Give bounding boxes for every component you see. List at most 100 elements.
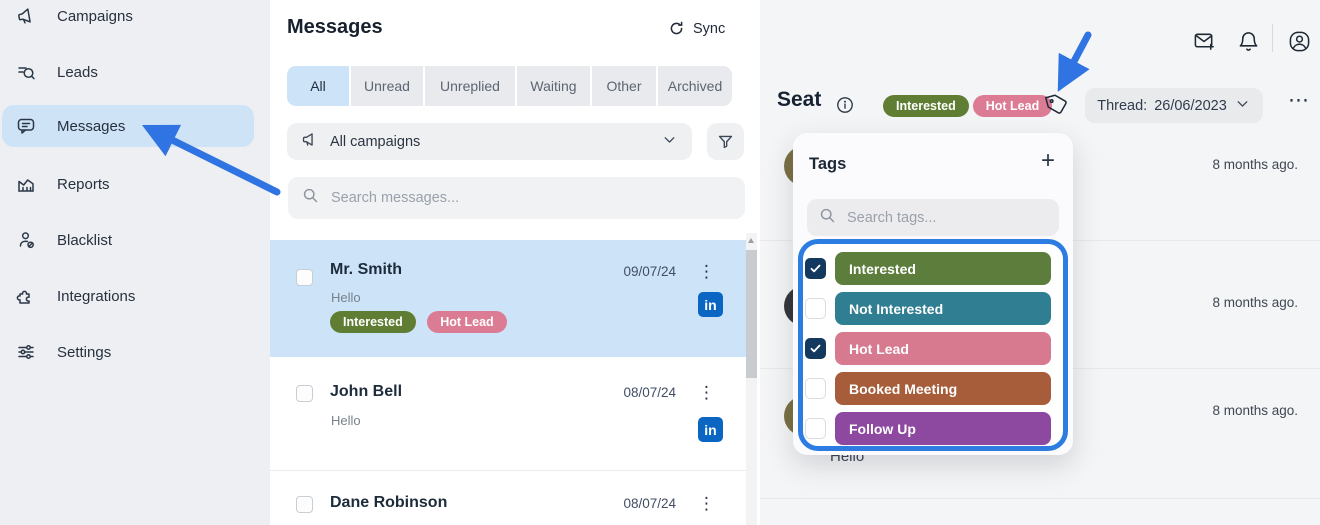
thread-label: Thread: [1097,98,1147,114]
tab-unread[interactable]: Unread [351,66,423,106]
sidebar-item-label: Reports [57,176,110,193]
kebab-menu-icon[interactable]: ⋮ [698,495,715,512]
tags-popup-title: Tags [809,155,846,174]
chat-bubble-icon [15,116,36,137]
tag-checkbox-checked[interactable] [805,258,826,279]
thread-value: 26/06/2023 [1154,98,1227,114]
sidebar-item-leads[interactable]: Leads [2,52,254,92]
tab-unreplied[interactable]: Unreplied [425,66,515,106]
puzzle-icon [15,286,36,307]
scrollbar-thumb[interactable] [746,250,757,378]
refresh-icon [668,20,685,37]
sidebar-item-label: Messages [57,118,125,135]
sidebar-item-label: Settings [57,344,111,361]
kebab-menu-icon[interactable]: ⋮ [698,263,715,280]
sync-label: Sync [693,21,725,37]
sidebar-item-integrations[interactable]: Integrations [2,276,254,316]
sync-button[interactable]: Sync [668,20,725,37]
tag-option-row: Booked Meeting [805,372,1051,405]
tab-waiting[interactable]: Waiting [517,66,590,106]
info-icon[interactable] [836,96,854,119]
conversation-row[interactable]: John Bell 08/07/24 ⋮ Hello in [270,357,746,470]
campaign-select-label: All campaigns [330,134,420,150]
megaphone-icon [301,131,318,152]
tag-option-row: Interested [805,252,1051,285]
tag-option[interactable]: Not Interested [835,292,1051,325]
conversation-row[interactable]: Mr. Smith 09/07/24 ⋮ Hello Interested Ho… [270,240,746,357]
scrollbar[interactable] [746,233,757,525]
conversation-checkbox[interactable] [296,496,313,513]
notifications-bell-icon[interactable] [1237,30,1260,58]
message-search [288,177,745,219]
sidebar-item-blacklist[interactable]: Blacklist [2,220,254,260]
thread-date-select[interactable]: Thread: 26/06/2023 [1085,88,1263,123]
sidebar-item-messages[interactable]: Messages [2,105,254,147]
chevron-down-icon [661,131,678,152]
conversation-date: 09/07/24 [586,264,676,279]
sliders-icon [15,342,36,363]
conversation-date: 08/07/24 [586,385,676,400]
campaign-select[interactable]: All campaigns [287,123,692,160]
chevron-down-icon [1234,95,1251,116]
sidebar-item-label: Integrations [57,288,135,305]
sidebar: Campaigns Leads Messages Reports Blackli… [0,0,270,525]
conversation-tags: Interested Hot Lead [330,311,514,333]
tag-pill: Hot Lead [427,311,506,333]
conversation-checkbox[interactable] [296,385,313,402]
lead-name-title: Seat [777,88,821,112]
tag-pill: Interested [330,311,416,333]
tag-option[interactable]: Hot Lead [835,332,1051,365]
tag-checkbox[interactable] [805,378,826,399]
messages-panel: Messages Sync All Unread Unreplied Waiti… [270,0,760,525]
leads-search-icon [15,62,36,83]
conversation-checkbox[interactable] [296,269,313,286]
sidebar-item-label: Leads [57,64,98,81]
tag-search-input[interactable] [845,209,1047,227]
tag-option[interactable]: Booked Meeting [835,372,1051,405]
filter-button[interactable] [707,123,744,160]
tag-checkbox[interactable] [805,298,826,319]
linkedin-icon[interactable]: in [698,417,723,442]
conversation-name: John Bell [330,383,402,401]
linkedin-icon[interactable]: in [698,292,723,317]
lead-tags: Interested Hot Lead [883,95,1056,117]
message-search-input[interactable] [329,189,731,207]
funnel-icon [717,133,734,150]
tag-checkbox-checked[interactable] [805,338,826,359]
conversation-row[interactable]: Dane Robinson 08/07/24 ⋮ [270,470,746,525]
tag-option-row: Follow Up [805,412,1051,445]
thread-more-button[interactable]: ⋯ [1288,90,1310,111]
sidebar-item-reports[interactable]: Reports [2,164,254,204]
conversation-preview: Hello [331,290,361,305]
tag-icon [1043,90,1071,118]
tag-checkbox[interactable] [805,418,826,439]
checkmark-icon [809,262,822,275]
tab-all[interactable]: All [287,66,349,106]
scroll-up-icon[interactable] [748,238,754,243]
manage-tags-button[interactable] [1046,93,1072,119]
tag-pill: Interested [883,95,969,117]
add-tag-button[interactable]: + [1041,149,1055,173]
tag-pill: Hot Lead [973,95,1052,117]
tag-search [807,199,1059,236]
search-icon [819,207,836,229]
chart-icon [15,174,36,195]
search-icon [302,187,319,209]
thread-divider [760,498,1320,499]
tag-option-row: Not Interested [805,292,1051,325]
tab-archived[interactable]: Archived [658,66,732,106]
tag-option[interactable]: Interested [835,252,1051,285]
sidebar-item-campaigns[interactable]: Campaigns [2,0,254,36]
kebab-menu-icon[interactable]: ⋮ [698,384,715,401]
checkmark-icon [809,342,822,355]
message-timestamp: 8 months ago. [1212,403,1298,418]
tab-other[interactable]: Other [592,66,656,106]
conversation-date: 08/07/24 [586,496,676,511]
tag-option-row: Hot Lead [805,332,1051,365]
conversation-name: Dane Robinson [330,494,447,512]
account-avatar-icon[interactable] [1288,30,1311,58]
sidebar-item-settings[interactable]: Settings [2,332,254,372]
tag-option[interactable]: Follow Up [835,412,1051,445]
topbar-divider [1272,24,1273,52]
compose-mail-icon[interactable] [1193,30,1216,58]
